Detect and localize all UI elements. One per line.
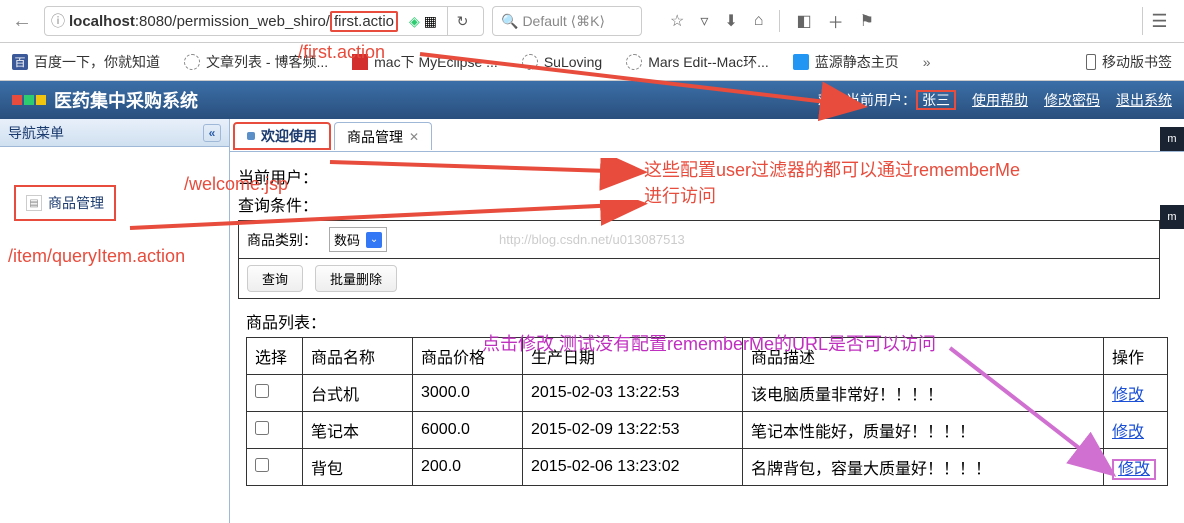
crop-icon[interactable]: ◧: [796, 11, 811, 31]
edge-widget[interactable]: m: [1160, 205, 1184, 229]
app-title: 医药集中采购系统: [54, 87, 198, 113]
url-page-highlight: first.actio: [330, 11, 398, 32]
bookmark-star-icon[interactable]: ☆: [670, 11, 684, 31]
shield-icon: ◈: [409, 13, 420, 30]
chevron-down-icon: ⌄: [366, 232, 382, 248]
tab-bar: 欢迎使用 商品管理✕: [230, 122, 1184, 152]
search-input[interactable]: 🔍 Default ⟨⌘K⟩: [492, 6, 642, 36]
close-icon[interactable]: ✕: [409, 130, 419, 144]
sidebar-item-label: 商品管理: [48, 193, 104, 213]
sidebar: 导航菜单 « ▤ 商品管理: [0, 119, 230, 523]
globe-icon: [184, 54, 200, 70]
toolbar-icons: ☆ ▿ ⬇ ⌂ ◧ ＋ ⚑: [670, 9, 874, 33]
table-row: 台式机 3000.0 2015-02-03 13:22:53 该电脑质量非常好！…: [247, 375, 1168, 412]
query-button[interactable]: 查询: [247, 265, 303, 292]
mobile-icon: [1086, 54, 1096, 70]
edge-widget[interactable]: m: [1160, 127, 1184, 151]
category-label: 商品类别：: [247, 230, 317, 250]
site-icon: [793, 54, 809, 70]
flag-icon[interactable]: ⚑: [860, 11, 874, 31]
row-checkbox[interactable]: [255, 458, 269, 472]
bookmark-blog[interactable]: 文章列表 - 博客频...: [184, 52, 328, 72]
table-row: 笔记本 6000.0 2015-02-09 13:22:53 笔记本性能好，质量…: [247, 412, 1168, 449]
bookmark-baidu[interactable]: 百百度一下，你就知道: [12, 52, 160, 72]
sidebar-title: 导航菜单: [8, 123, 64, 143]
table-row: 背包 200.0 2015-02-06 13:23:02 名牌背包，容量大质量好…: [247, 449, 1168, 486]
edit-link[interactable]: 修改: [1112, 424, 1144, 441]
sidebar-header: 导航菜单 «: [0, 119, 229, 147]
search-icon: 🔍: [501, 13, 518, 30]
myeclipse-icon: [352, 54, 368, 70]
sidebar-item-product[interactable]: ▤ 商品管理: [14, 185, 116, 221]
category-select[interactable]: 数码 ⌄: [329, 227, 387, 252]
welcome-text: 欢迎当前用户：张三: [818, 90, 956, 110]
url-input[interactable]: ⓘ localhost:8080/permission_web_shiro/fi…: [44, 6, 484, 36]
refresh-icon[interactable]: ↻: [447, 7, 477, 35]
globe-icon: [522, 54, 538, 70]
browser-url-bar: ← ⓘ localhost:8080/permission_web_shiro/…: [0, 0, 1184, 43]
query-panel: 商品类别： 数码 ⌄ http://blog.csdn.net/u0130875…: [238, 220, 1160, 299]
row-checkbox[interactable]: [255, 421, 269, 435]
table-header-row: 选择 商品名称 商品价格 生产日期 商品描述 操作: [247, 338, 1168, 375]
qr-icon[interactable]: ▦: [424, 13, 437, 30]
list-title: 商品列表：: [246, 309, 1176, 333]
logout-link[interactable]: 退出系统: [1116, 90, 1172, 110]
tab-product[interactable]: 商品管理✕: [334, 122, 432, 150]
bookmarks-bar: 百百度一下，你就知道 文章列表 - 博客频... mac下 MyEclipse …: [0, 43, 1184, 81]
plus-icon[interactable]: ＋: [828, 9, 844, 33]
back-button[interactable]: ←: [8, 7, 36, 35]
current-user-label: 当前用户：: [238, 164, 318, 188]
collapse-icon[interactable]: «: [203, 124, 221, 142]
bookmarks-more-icon[interactable]: »: [923, 54, 931, 70]
baidu-icon: 百: [12, 54, 28, 70]
pocket-icon[interactable]: ▿: [700, 11, 708, 31]
content-area: 欢迎使用 商品管理✕ 当前用户： 查询条件： 商品类别： 数码 ⌄ http:/…: [230, 119, 1184, 523]
query-condition-label: 查询条件：: [238, 192, 318, 216]
bookmark-mobile[interactable]: 移动版书签: [1086, 52, 1172, 72]
document-icon: ▤: [26, 195, 42, 211]
app-logo-icon: [12, 95, 46, 105]
batch-delete-button[interactable]: 批量删除: [315, 265, 397, 292]
change-password-link[interactable]: 修改密码: [1044, 90, 1100, 110]
url-text: localhost:8080/permission_web_shiro/firs…: [69, 13, 398, 30]
search-placeholder: Default ⟨⌘K⟩: [522, 13, 605, 30]
download-icon[interactable]: ⬇: [724, 11, 737, 31]
row-checkbox[interactable]: [255, 384, 269, 398]
bookmark-myeclipse[interactable]: mac下 MyEclipse ...: [352, 52, 498, 72]
hamburger-icon[interactable]: ☰: [1142, 7, 1176, 35]
product-table: 选择 商品名称 商品价格 生产日期 商品描述 操作 台式机 3000.0 201…: [246, 337, 1168, 486]
edit-link-boxed[interactable]: 修改: [1112, 459, 1156, 480]
globe-icon: [626, 54, 642, 70]
app-header: 医药集中采购系统 欢迎当前用户：张三 使用帮助 修改密码 退出系统: [0, 81, 1184, 119]
info-icon: ⓘ: [51, 11, 65, 31]
help-link[interactable]: 使用帮助: [972, 90, 1028, 110]
watermark-text: http://blog.csdn.net/u013087513: [499, 232, 685, 247]
tab-welcome[interactable]: 欢迎使用: [233, 122, 331, 150]
bookmark-lanyuan[interactable]: 蓝源静态主页: [793, 52, 899, 72]
edit-link[interactable]: 修改: [1112, 387, 1144, 404]
username-highlight: 张三: [916, 90, 956, 110]
bookmark-marsedit[interactable]: Mars Edit--Mac环...: [626, 52, 769, 72]
home-icon[interactable]: ⌂: [754, 12, 764, 30]
divider: [779, 10, 780, 32]
bookmark-suloving[interactable]: SuLoving: [522, 54, 602, 70]
